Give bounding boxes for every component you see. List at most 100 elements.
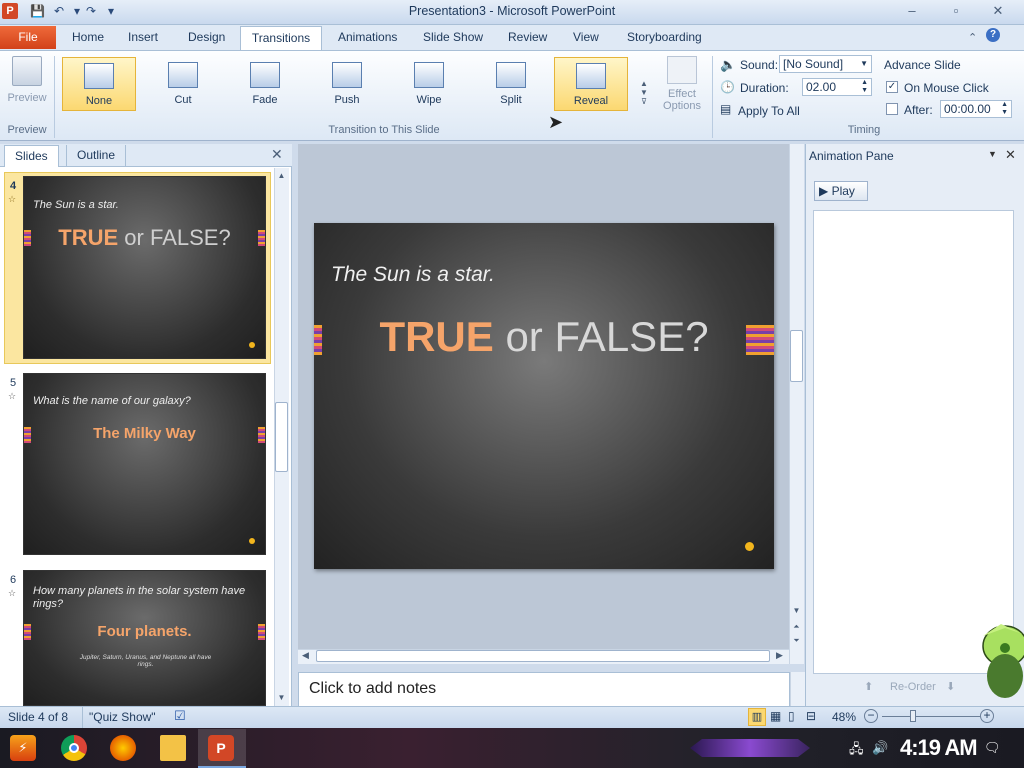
zoom-out-icon[interactable]: − — [864, 709, 878, 723]
tab-insert[interactable]: Insert — [120, 26, 166, 50]
scroll-left-icon[interactable]: ◀ — [302, 650, 309, 661]
minimize-button[interactable]: – — [892, 0, 932, 21]
tab-slides[interactable]: Slides — [4, 145, 59, 167]
tab-slide-show[interactable]: Slide Show — [415, 26, 491, 50]
notes-pane[interactable]: Click to add notes — [298, 672, 790, 707]
transition-push[interactable]: Push — [310, 57, 384, 111]
close-pane-icon[interactable]: ✕ — [1005, 147, 1016, 163]
stepper-arrows-icon[interactable]: ▲ ▼ — [1001, 101, 1008, 117]
volume-icon[interactable]: 🔊 — [872, 740, 888, 756]
effect-options-button[interactable]: Effect Options — [654, 56, 710, 118]
move-up-icon[interactable]: ⬆ — [864, 680, 873, 693]
transition-group-label: Transition to This Slide — [328, 124, 440, 136]
after-checkbox[interactable] — [886, 103, 898, 115]
current-slide[interactable]: The Sun is a star. TRUE or FALSE? — [314, 223, 774, 569]
tab-storyboarding[interactable]: Storyboarding — [619, 26, 710, 50]
after-stepper[interactable]: 00:00.00 ▲ ▼ — [940, 100, 1012, 118]
sound-icon: 🔈 — [720, 57, 737, 72]
file-explorer-icon[interactable] — [160, 735, 186, 761]
transition-split[interactable]: Split — [474, 57, 548, 111]
normal-view-icon[interactable]: ▥ — [748, 708, 766, 726]
powerpoint-taskbar-icon[interactable]: P — [208, 735, 234, 761]
scroll-thumb[interactable] — [275, 402, 288, 472]
close-panel-icon[interactable]: ✕ — [271, 146, 283, 163]
start-icon[interactable]: ⚡ — [10, 735, 36, 761]
firefox-icon[interactable] — [110, 735, 136, 761]
status-separator — [82, 706, 83, 728]
slide-number: 5 — [10, 377, 17, 389]
tab-outline[interactable]: Outline — [66, 145, 127, 167]
transition-wipe[interactable]: Wipe — [392, 57, 466, 111]
transition-star-icon: ☆ — [8, 588, 17, 598]
main-vertical-scrollbar[interactable] — [789, 144, 804, 664]
tab-view[interactable]: View — [565, 26, 607, 50]
transition-cut[interactable]: Cut — [146, 57, 220, 111]
scroll-up-icon[interactable]: ▲ — [274, 169, 289, 183]
gallery-scroll[interactable]: ▲ ▼ ⊽ — [638, 79, 650, 113]
tab-animations[interactable]: Animations — [330, 26, 405, 50]
scroll-down-icon[interactable]: ▼ — [274, 691, 289, 705]
spell-check-icon[interactable]: ☑ — [174, 708, 186, 724]
on-mouse-click-checkbox[interactable]: ✓ — [886, 81, 898, 93]
preview-button[interactable]: Preview — [5, 56, 49, 106]
zoom-slider-knob[interactable] — [909, 710, 916, 722]
slide-thumbnail-6[interactable]: How many planets in the solar system hav… — [23, 570, 266, 706]
stepper-arrows-icon[interactable]: ▲ ▼ — [861, 79, 868, 95]
tab-home[interactable]: Home — [64, 26, 112, 50]
slide-number: 4 — [10, 180, 17, 192]
zoom-in-icon[interactable]: + — [980, 709, 994, 723]
animation-list[interactable] — [813, 210, 1014, 674]
slide-thumbnail-4[interactable]: The Sun is a star. TRUE or FALSE? — [23, 176, 266, 359]
preview-icon — [12, 56, 42, 86]
tab-review[interactable]: Review — [500, 26, 555, 50]
on-mouse-click-label: On Mouse Click — [904, 81, 989, 95]
slide-sorter-icon[interactable]: ▦ — [770, 709, 781, 723]
split-transition-icon — [496, 62, 526, 88]
scroll-down-icon[interactable]: ▼ — [789, 604, 804, 618]
notifications-icon[interactable]: 🗨 — [984, 740, 1001, 756]
tab-transitions[interactable]: Transitions — [240, 26, 322, 50]
slide-question: The Sun is a star. — [33, 199, 119, 211]
tab-design[interactable]: Design — [180, 26, 233, 50]
horizontal-scroll-thumb[interactable] — [316, 650, 770, 662]
previous-slide-icon[interactable]: ⏶ — [789, 620, 804, 634]
close-button[interactable]: ✕ — [978, 0, 1018, 21]
duration-stepper[interactable]: 02.00 ▲ ▼ — [802, 78, 872, 96]
tab-file[interactable]: File — [0, 26, 56, 49]
move-down-icon[interactable]: ⬇ — [946, 680, 955, 693]
slide-counter: Slide 4 of 8 — [8, 710, 69, 724]
transition-reveal[interactable]: Reveal — [554, 57, 628, 111]
main-scroll-thumb[interactable] — [790, 330, 803, 382]
maximize-button[interactable]: ▫ — [936, 0, 976, 21]
system-clock[interactable]: 4:19 AM — [900, 735, 978, 761]
slide-question[interactable]: The Sun is a star. — [331, 263, 495, 287]
answer-false[interactable]: or FALSE? — [494, 313, 708, 360]
sound-dropdown[interactable]: [No Sound] ▼ — [779, 55, 872, 73]
duration-label: Duration: — [740, 81, 789, 95]
zoom-slider[interactable] — [882, 716, 980, 717]
transition-fade[interactable]: Fade — [228, 57, 302, 111]
pane-menu-icon[interactable]: ▼ — [988, 149, 997, 159]
transition-label: Fade — [252, 94, 278, 106]
chrome-icon[interactable] — [61, 735, 87, 761]
slide-show-icon[interactable]: ⊟ — [806, 709, 816, 723]
advance-slide-title: Advance Slide — [884, 58, 961, 72]
effect-options-label: Effect — [668, 88, 696, 100]
slide-thumbnail-5[interactable]: What is the name of our galaxy? The Milk… — [23, 373, 266, 555]
answer-true[interactable]: TRUE — [379, 313, 493, 360]
minimize-ribbon-icon[interactable]: ⌃ — [968, 31, 977, 44]
mouse-cursor-icon: ➤ — [548, 112, 564, 132]
apply-to-all-button[interactable]: Apply To All — [738, 104, 800, 118]
help-icon[interactable]: ? — [986, 28, 1000, 42]
slide-question: What is the name of our galaxy? — [33, 395, 191, 407]
scroll-right-icon[interactable]: ▶ — [776, 650, 783, 661]
next-slide-icon[interactable]: ⏷ — [789, 634, 804, 648]
notes-scrollbar[interactable] — [790, 672, 805, 707]
decor-stripe — [314, 325, 322, 355]
transition-label: None — [85, 95, 113, 107]
transition-none[interactable]: None — [62, 57, 136, 111]
zoom-level[interactable]: 48% — [832, 710, 856, 724]
network-icon[interactable]: 🖧 — [849, 740, 864, 762]
reading-view-icon[interactable]: ▯ — [788, 709, 795, 723]
play-button[interactable]: ▶ Play — [814, 181, 868, 201]
